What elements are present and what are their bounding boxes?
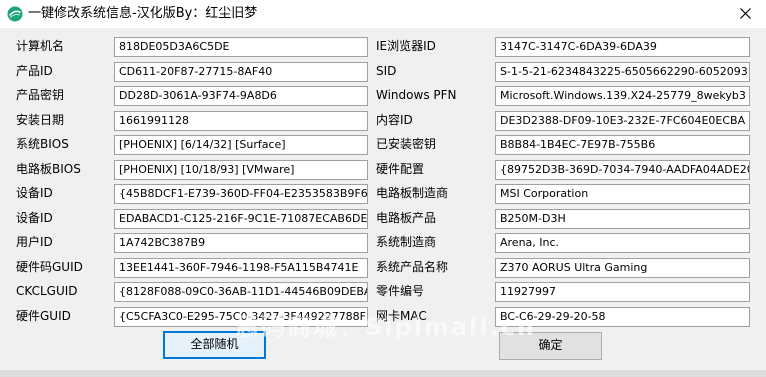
left-label: 硬件码GUID: [16, 259, 83, 274]
left-value-field[interactable]: 1A742BC387B9: [114, 233, 368, 253]
right-value-field[interactable]: S-1-5-21-6234843225-6505662290-6052093: [495, 61, 750, 82]
right-label: 电路板产品: [376, 210, 437, 225]
confirm-button[interactable]: 确定: [499, 332, 602, 360]
right-label: Windows PFN: [376, 88, 457, 102]
close-icon: [740, 8, 751, 19]
right-label: 硬件配置: [376, 161, 425, 176]
right-label: 电路板制造商: [376, 186, 449, 200]
right-value-field[interactable]: DE3D2388-DF09-10E3-232E-7FC604E0ECBA: [495, 110, 750, 131]
right-label: 网卡MAC: [376, 308, 427, 323]
left-value-field[interactable]: {45B8DCF1-E739-360D-FF04-E2353583B9F6}: [114, 184, 368, 204]
left-value-field[interactable]: DD28D-3061A-93F74-9A8D6: [114, 86, 368, 106]
right-label: IE浏览器ID: [376, 39, 436, 53]
left-value-field[interactable]: {C5CFA3C0-E295-75C0-3427-3F449227788F}: [114, 306, 368, 327]
left-label: 安装日期: [16, 112, 65, 127]
left-label: 产品ID: [16, 63, 53, 78]
right-label: SID: [376, 63, 397, 78]
left-value-field[interactable]: 13EE1441-360F-7946-1198-F5A115B4741E: [114, 257, 368, 278]
left-label: 计算机名: [16, 39, 65, 53]
left-label: 设备ID: [16, 210, 53, 225]
randomize-all-button[interactable]: 全部随机: [163, 331, 266, 359]
right-label: 系统制造商: [376, 235, 437, 249]
right-value-field[interactable]: BC-C6-29-29-20-58: [495, 306, 750, 327]
right-label: 内容ID: [376, 112, 413, 127]
background-window-strip: [0, 370, 766, 377]
right-label: 已安装密钥: [376, 137, 437, 151]
close-button[interactable]: [726, 0, 766, 28]
left-value-field[interactable]: [PHOENIX] [10/18/93] [VMware]: [114, 159, 368, 180]
right-value-field[interactable]: Arena, Inc.: [495, 233, 750, 253]
left-value-field[interactable]: [PHOENIX] [6/14/32] [Surface]: [114, 135, 368, 155]
dialog-client-area: 计算机名 818DE05D3A6C5DE 产品ID CD611-20F87-27715…: [0, 28, 766, 377]
right-value-field[interactable]: 3147C-3147C-6DA39-6DA39: [495, 37, 750, 57]
right-label: 系统产品名称: [376, 259, 449, 274]
right-label: 零件编号: [376, 284, 425, 298]
left-label: 硬件GUID: [16, 308, 71, 323]
left-label: 电路板BIOS: [16, 161, 81, 176]
right-value-field[interactable]: B250M-D3H: [495, 208, 750, 229]
app-logo-icon: [7, 6, 23, 22]
right-value-field[interactable]: MSI Corporation: [495, 184, 750, 204]
left-label: 系统BIOS: [16, 137, 69, 151]
right-value-field[interactable]: B8B84-1B4EC-7E97B-755B6: [495, 135, 750, 155]
left-value-field[interactable]: {8128F088-09C0-36AB-11D1-44546B09DEBA}: [114, 282, 368, 302]
left-label: CKCLGUID: [16, 284, 78, 298]
right-value-field[interactable]: {89752D3B-369D-7034-7940-AADFA04ADE20}: [495, 159, 750, 180]
left-value-field[interactable]: 1661991128: [114, 110, 368, 131]
left-label: 用户ID: [16, 235, 53, 249]
left-label: 产品密钥: [16, 88, 65, 102]
window-title: 一键修改系统信息-汉化版By：红尘旧梦: [28, 6, 258, 21]
right-value-field[interactable]: 11927997: [495, 282, 750, 302]
left-label: 设备ID: [16, 186, 53, 200]
right-value-field[interactable]: Microsoft.Windows.139.X24-25779_8wekyb3: [495, 86, 750, 106]
left-value-field[interactable]: EDABACD1-C125-216F-9C1E-71087ECAB6DE: [114, 208, 368, 229]
left-value-field[interactable]: 818DE05D3A6C5DE: [114, 37, 368, 57]
title-bar: 一键修改系统信息-汉化版By：红尘旧梦: [0, 0, 766, 28]
left-value-field[interactable]: CD611-20F87-27715-8AF40: [114, 61, 368, 82]
right-value-field[interactable]: Z370 AORUS Ultra Gaming: [495, 257, 750, 278]
